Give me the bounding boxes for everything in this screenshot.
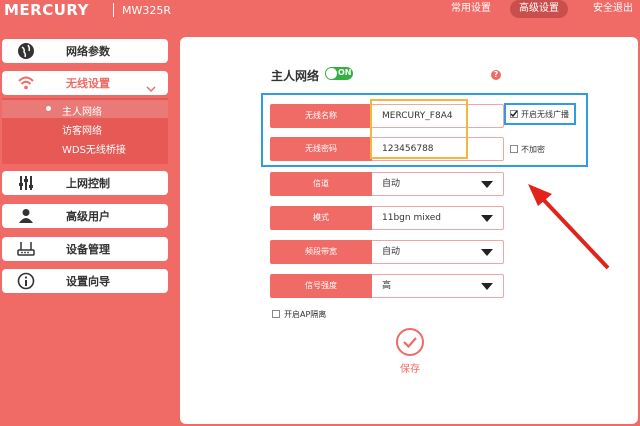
annotation-arrow-icon: [528, 184, 610, 270]
watermark: 头条 @实体店老王: [494, 401, 603, 416]
